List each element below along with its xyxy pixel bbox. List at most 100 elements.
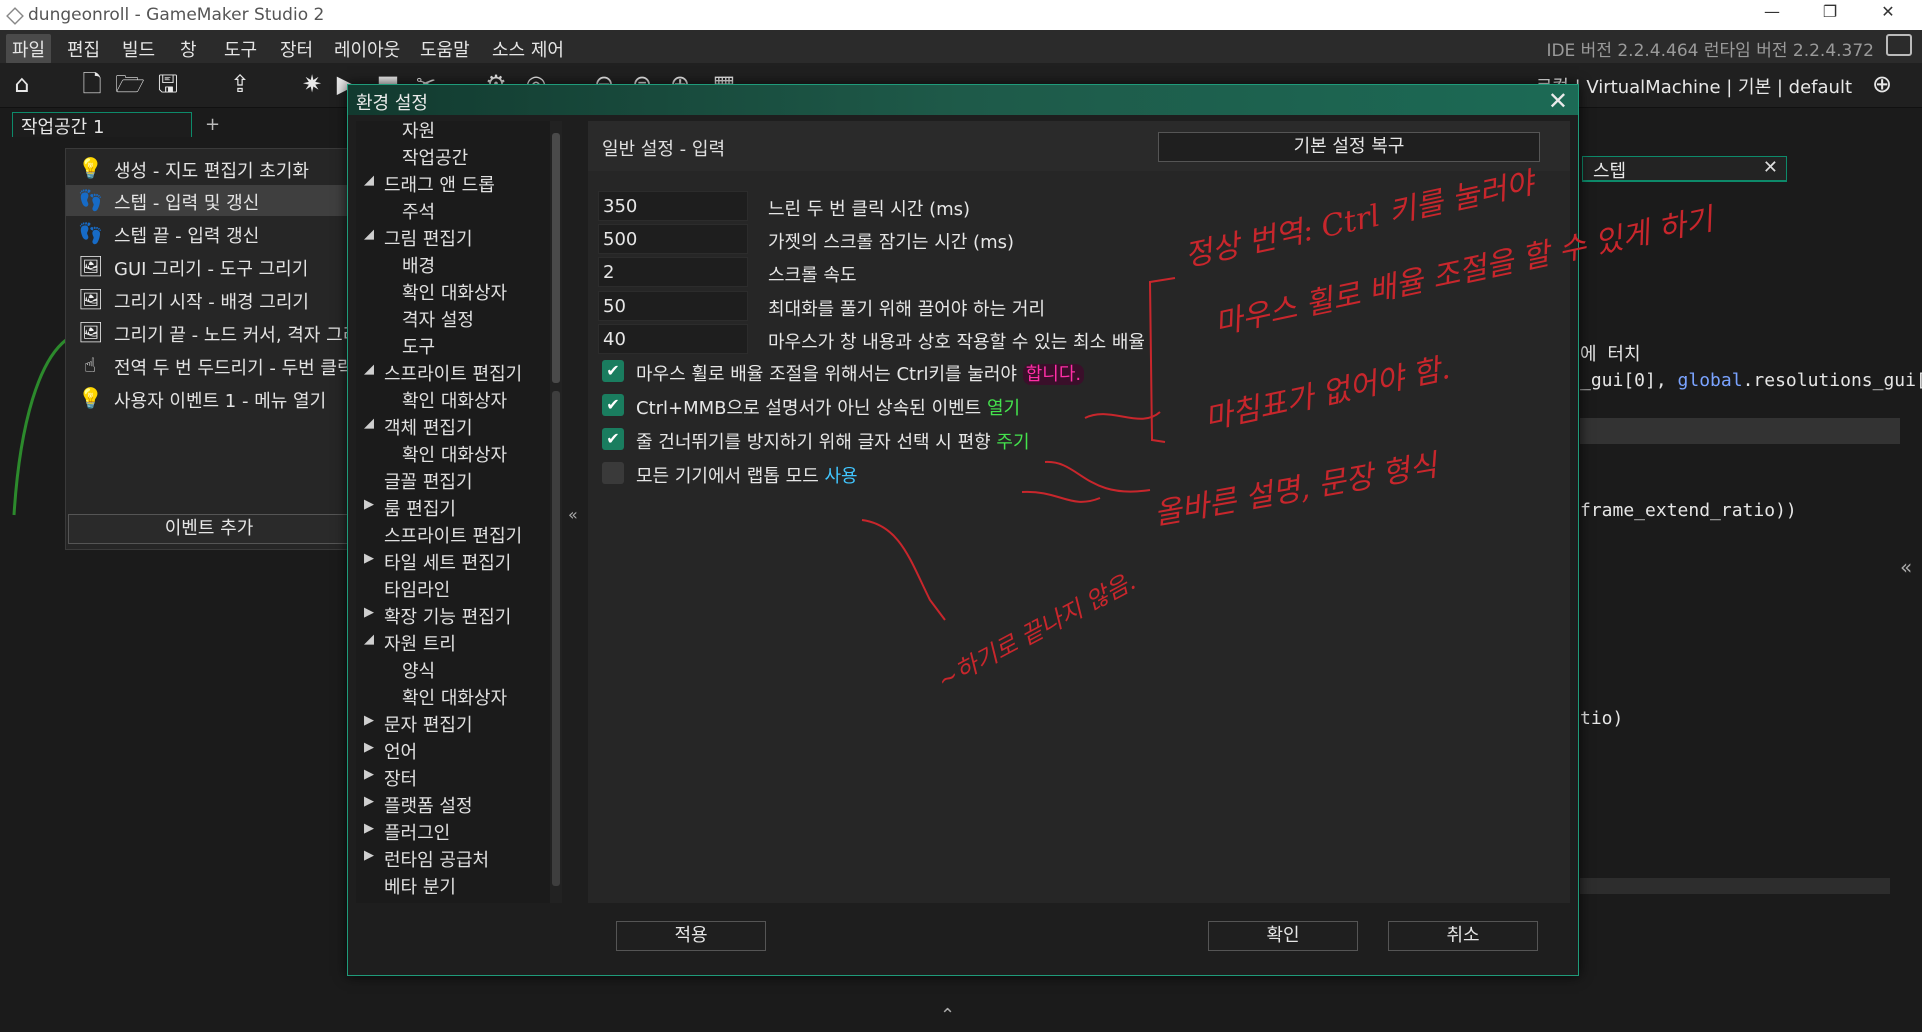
nav-item[interactable]: 글꼴 편집기 (384, 468, 473, 494)
nav-item[interactable]: 베타 분기 (384, 873, 456, 899)
close-tab-icon[interactable]: ✕ (1763, 157, 1778, 178)
event-draw-end[interactable]: 🖼 그리기 끝 - 노드 커서, 격자 그리기 (66, 317, 356, 348)
expand-icon[interactable]: ▶ (364, 794, 374, 809)
nav-item[interactable]: ▶ 플러그인 (364, 819, 450, 845)
event-draw-gui[interactable]: 🖼 GUI 그리기 - 도구 그리기 (66, 251, 356, 282)
add-workspace-button[interactable]: + (205, 114, 220, 135)
target-icon[interactable]: ⊕ (1866, 68, 1898, 100)
nav-item[interactable]: 타임라인 (384, 576, 450, 602)
nav-item[interactable]: 확인 대화상자 (402, 279, 507, 305)
nav-item[interactable]: ▶ 장터 (364, 765, 417, 791)
nav-item[interactable]: 확인 대화상자 (402, 441, 507, 467)
check-label-tail: 사용 (824, 466, 858, 487)
nav-item[interactable]: ◢ 객체 편집기 (364, 414, 473, 440)
apply-button[interactable]: 적용 (616, 921, 766, 951)
restore-defaults-button[interactable]: 기본 설정 복구 (1158, 132, 1540, 162)
cancel-button[interactable]: 취소 (1388, 921, 1538, 951)
open-folder-icon[interactable]: 🗁 (114, 68, 146, 100)
nav-item[interactable]: ▶ 타일 세트 편집기 (364, 549, 511, 575)
nav-item[interactable]: ◢ 드래그 앤 드롭 (364, 171, 495, 197)
collapse-nav-icon[interactable]: « (568, 505, 578, 524)
menu-edit[interactable]: 편집 (61, 34, 106, 64)
nav-item[interactable]: ▶ 문자 편집기 (364, 711, 473, 737)
nav-item[interactable]: ▶ 언어 (364, 738, 417, 764)
menu-layout[interactable]: 레이아웃 (328, 34, 406, 64)
debug-icon[interactable]: ✷ (296, 68, 328, 100)
nav-scrollbar[interactable] (550, 121, 562, 903)
nav-item[interactable]: 자원 (402, 121, 435, 143)
event-label: 전역 두 번 두드리기 - 두번 클릭 (114, 358, 354, 379)
unmaximize-distance-input[interactable]: 50 (598, 291, 748, 321)
nav-item[interactable]: 작업공간 (402, 144, 468, 170)
menu-tools[interactable]: 도구 (218, 34, 263, 64)
min-zoom-input[interactable]: 40 (598, 324, 748, 354)
chat-icon[interactable] (1886, 34, 1912, 56)
nav-item[interactable]: 도구 (402, 333, 435, 359)
menu-help[interactable]: 도움말 (414, 34, 476, 64)
event-end-step[interactable]: 👣 스텝 끝 - 입력 갱신 (66, 218, 356, 249)
event-create[interactable]: 💡 생성 - 지도 편집기 초기화 (66, 153, 356, 184)
checkbox-checked[interactable]: ✔ (602, 394, 624, 416)
expand-icon[interactable]: ▶ (364, 821, 374, 836)
collapse-icon[interactable]: ◢ (364, 173, 374, 188)
collapse-right-icon[interactable]: « (1900, 555, 1912, 579)
checkbox-checked[interactable]: ✔ (602, 360, 624, 382)
expand-icon[interactable]: ▶ (364, 713, 374, 728)
add-event-button[interactable]: 이벤트 추가 (68, 514, 350, 544)
collapse-bottom-icon[interactable]: ⌃ (940, 1005, 955, 1026)
event-user-1[interactable]: 💡 사용자 이벤트 1 - 메뉴 열기 (66, 383, 356, 414)
expand-icon[interactable]: ▶ (364, 740, 374, 755)
restore-button[interactable]: ❐ (1810, 2, 1850, 26)
dialog-close-button[interactable]: ✕ (1548, 87, 1568, 115)
check-label: 줄 건너뛰기를 방지하기 위해 글자 선택 시 편향 주기 (636, 428, 1030, 454)
save-icon[interactable]: 🖫 (152, 68, 184, 100)
home-icon[interactable]: ⌂ (6, 68, 38, 100)
collapse-icon[interactable]: ◢ (364, 227, 374, 242)
nav-item[interactable]: ◢ 자원 트리 (364, 630, 456, 656)
expand-icon[interactable]: ▶ (364, 767, 374, 782)
menu-source-control[interactable]: 소스 제어 (486, 34, 570, 64)
ok-button[interactable]: 확인 (1208, 921, 1358, 951)
nav-item[interactable]: 확인 대화상자 (402, 387, 507, 413)
target-selector[interactable]: 로컬 | VirtualMachine | 기본 | default (1536, 73, 1852, 99)
nav-item[interactable]: ◢ 그림 편집기 (364, 225, 473, 251)
collapse-icon[interactable]: ◢ (364, 416, 374, 431)
minimize-button[interactable]: — (1752, 2, 1792, 26)
nav-item[interactable]: ▶ 확장 기능 편집기 (364, 603, 511, 629)
expand-icon[interactable]: ▶ (364, 848, 374, 863)
code-tab-step[interactable]: 스텝 ✕ (1582, 156, 1787, 182)
nav-item[interactable]: ▶ 플랫폼 설정 (364, 792, 473, 818)
scroll-speed-input[interactable]: 2 (598, 257, 748, 287)
menu-build[interactable]: 빌드 (116, 34, 161, 64)
menu-file[interactable]: 파일 (6, 34, 52, 64)
expand-icon[interactable]: ▶ (364, 497, 374, 512)
check-label-tail: 열기 (986, 398, 1021, 419)
event-global-double-tap[interactable]: ☝ 전역 두 번 두드리기 - 두번 클릭 (66, 350, 356, 381)
collapse-icon[interactable]: ◢ (364, 632, 374, 647)
event-draw-begin[interactable]: 🖼 그리기 시작 - 배경 그리기 (66, 284, 356, 315)
menu-window[interactable]: 창 (174, 34, 203, 64)
close-window-button[interactable]: ✕ (1868, 2, 1908, 26)
code-scrollbar[interactable] (1580, 878, 1890, 894)
nav-item[interactable]: 배경 (402, 252, 435, 278)
double-click-time-input[interactable]: 350 (598, 191, 748, 221)
nav-item[interactable]: ▶ 런타임 공급처 (364, 846, 489, 872)
menu-marketplace[interactable]: 장터 (274, 34, 319, 64)
expand-icon[interactable]: ▶ (364, 605, 374, 620)
workspace-tab[interactable]: 작업공간 1 (12, 112, 192, 138)
collapse-icon[interactable]: ◢ (364, 362, 374, 377)
nav-item[interactable]: 스프라이트 편집기 (384, 522, 522, 548)
nav-item[interactable]: 격자 설정 (402, 306, 474, 332)
scroll-lock-time-input[interactable]: 500 (598, 224, 748, 254)
nav-item[interactable]: 확인 대화상자 (402, 684, 507, 710)
event-step[interactable]: 👣 스텝 - 입력 및 갱신 (66, 185, 356, 216)
export-icon[interactable]: ⇪ (224, 68, 256, 100)
checkbox-unchecked[interactable] (602, 462, 624, 484)
nav-item[interactable]: ▶ 룸 편집기 (364, 495, 456, 521)
checkbox-checked[interactable]: ✔ (602, 428, 624, 450)
expand-icon[interactable]: ▶ (364, 551, 374, 566)
new-file-icon[interactable]: 🗋 (76, 68, 108, 100)
nav-item[interactable]: ◢ 스프라이트 편집기 (364, 360, 522, 386)
nav-item[interactable]: 주석 (402, 198, 435, 224)
nav-item[interactable]: 양식 (402, 657, 435, 683)
